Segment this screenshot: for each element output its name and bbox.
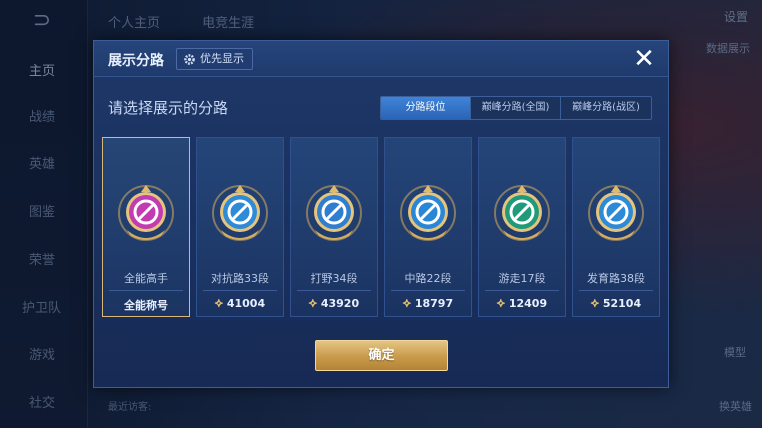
- lane-card[interactable]: 全能高手 全能称号: [102, 137, 190, 317]
- tab-peak-national[interactable]: 巅峰分路(全国): [471, 97, 561, 119]
- close-icon[interactable]: ✕: [630, 45, 658, 73]
- lane-score-value: 41004: [226, 297, 266, 310]
- card-divider: [203, 290, 277, 291]
- lane-role-label: 中路22段: [404, 272, 452, 285]
- lane-card-list: 全能高手 全能称号 对抗路33段 ⯎ 41004 打野34段 ⯎ 43920 中路22段 ⯎ 187…: [102, 137, 662, 317]
- lane-role-label: 打野34段: [310, 272, 358, 285]
- roam-badge-icon: [494, 185, 550, 241]
- all-round-badge-icon: [118, 185, 174, 241]
- lane-score-value: 18797: [414, 297, 454, 310]
- rank-arrow-icon: ⯎: [214, 297, 223, 310]
- gear-icon: [184, 53, 195, 65]
- card-divider: [391, 290, 465, 291]
- lane-score-value: 52104: [602, 297, 642, 310]
- lane-score: ⯎ 12409: [479, 297, 565, 311]
- lane-card[interactable]: 打野34段 ⯎ 43920: [290, 137, 378, 317]
- lane-score-value: 12409: [508, 297, 548, 310]
- farm-lane-badge-icon: [588, 185, 644, 241]
- card-divider: [109, 290, 183, 291]
- lane-score: ⯎ 52104: [573, 297, 659, 311]
- lane-score-value: 43920: [320, 297, 360, 310]
- lane-role-label: 对抗路33段: [211, 272, 269, 285]
- lane-card[interactable]: 中路22段 ⯎ 18797: [384, 137, 472, 317]
- card-divider: [579, 290, 653, 291]
- rank-arrow-icon: ⯎: [308, 297, 317, 310]
- section-label: 请选择展示的分路: [108, 99, 229, 117]
- rank-arrow-icon: ⯎: [590, 297, 599, 310]
- rank-arrow-icon: ⯎: [496, 297, 505, 310]
- dialog-header: 展示分路 优先显示 ✕: [94, 41, 668, 77]
- lane-card[interactable]: 游走17段 ⯎ 12409: [478, 137, 566, 317]
- lane-score: ⯎ 41004: [197, 297, 283, 311]
- lane-score-value: 全能称号: [124, 299, 168, 312]
- rank-arrow-icon: ⯎: [402, 297, 411, 310]
- tab-peak-region[interactable]: 巅峰分路(战区): [561, 97, 651, 119]
- lane-role-label: 游走17段: [498, 272, 546, 285]
- lane-score: ⯎ 18797: [385, 297, 471, 311]
- clash-lane-badge-icon: [212, 185, 268, 241]
- lane-card[interactable]: 对抗路33段 ⯎ 41004: [196, 137, 284, 317]
- show-lane-dialog: 展示分路 优先显示 ✕ 请选择展示的分路 分路段位 巅峰分路(全国) 巅峰分路(…: [93, 40, 669, 388]
- lane-role-label: 发育路38段: [587, 272, 645, 285]
- priority-display-button[interactable]: 优先显示: [176, 48, 253, 70]
- lane-role-label: 全能高手: [124, 272, 168, 285]
- tab-lane-rank[interactable]: 分路段位: [381, 97, 471, 119]
- lane-type-tabs: 分路段位 巅峰分路(全国) 巅峰分路(战区): [380, 96, 652, 120]
- priority-display-label: 优先显示: [200, 52, 244, 65]
- jungle-badge-icon: [306, 185, 362, 241]
- lane-card[interactable]: 发育路38段 ⯎ 52104: [572, 137, 660, 317]
- lane-score: ⯎ 43920: [291, 297, 377, 311]
- lane-score: 全能称号: [103, 297, 189, 313]
- dialog-title: 展示分路: [108, 53, 164, 69]
- confirm-button[interactable]: 确定: [315, 340, 448, 371]
- card-divider: [297, 290, 371, 291]
- mid-lane-badge-icon: [400, 185, 456, 241]
- card-divider: [485, 290, 559, 291]
